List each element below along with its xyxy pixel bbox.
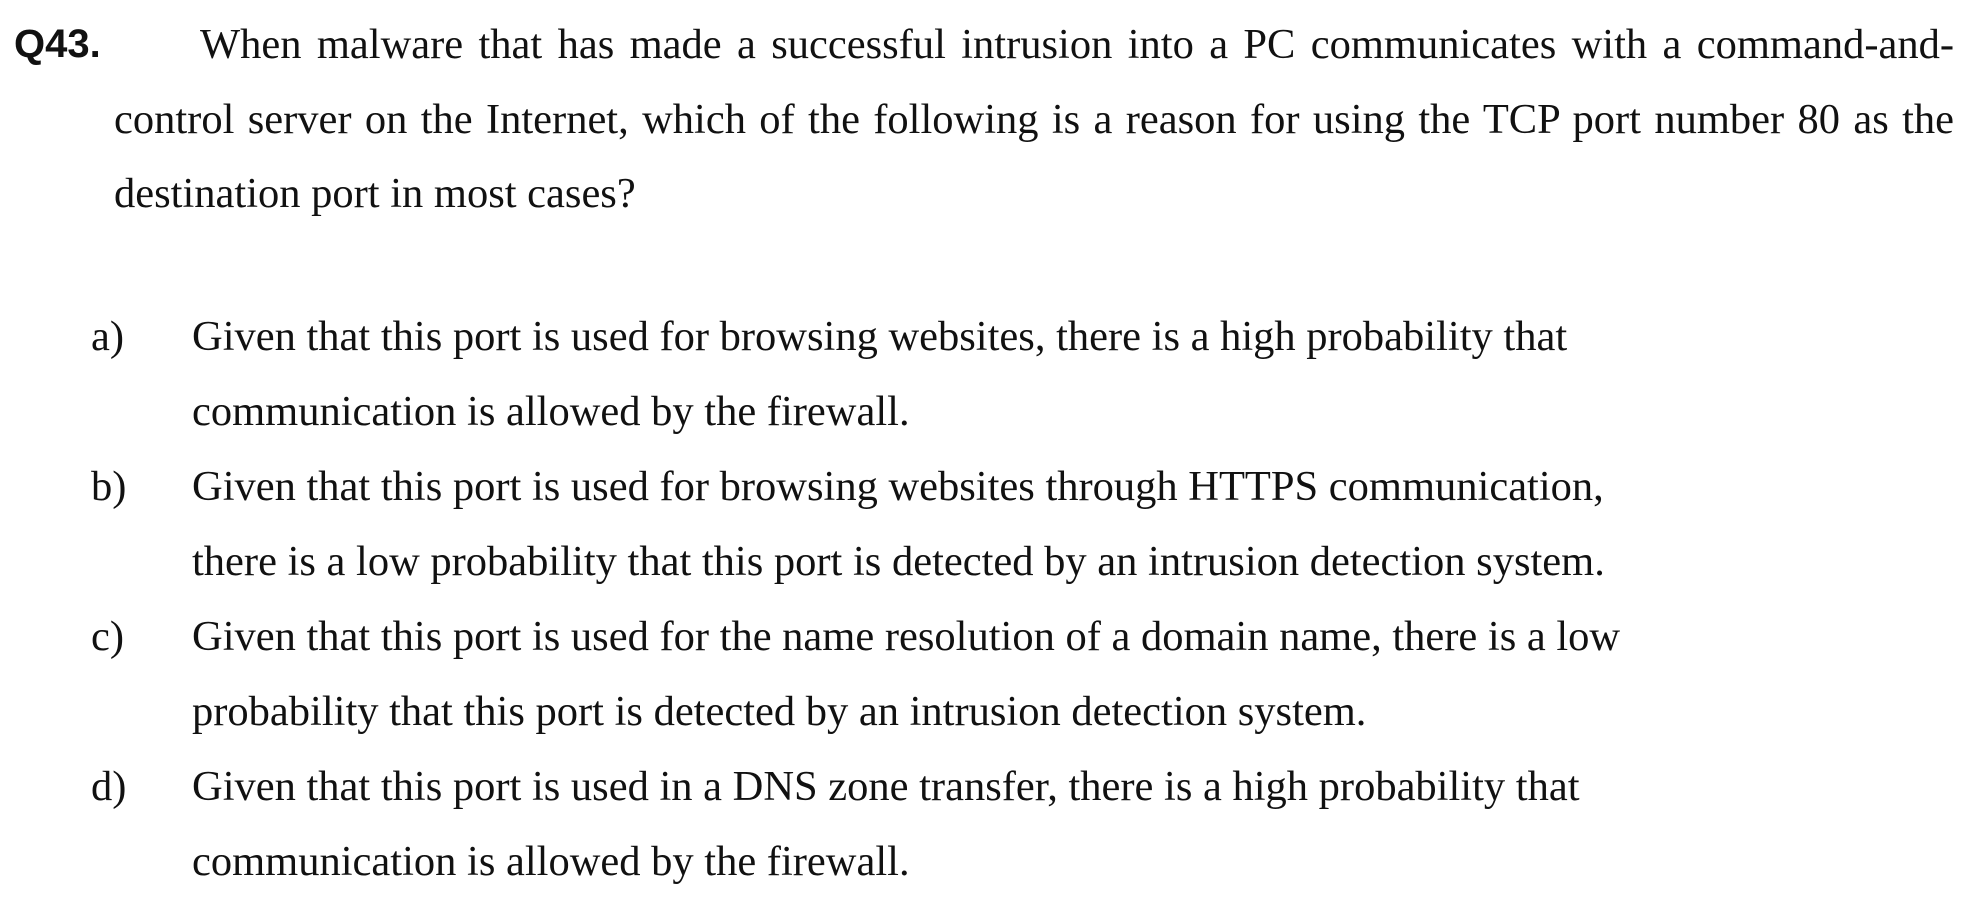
option-letter: d) [91,763,127,810]
option-text: Given that this port is used in a DNS zo… [192,750,1966,899]
question-number: Q43. [14,22,101,66]
question-block: Q43. When malware that has made a succes… [14,8,1958,228]
option-line: Given that this port is used for browsin… [192,313,1568,360]
option-letter: c) [91,613,125,660]
answer-options: a) Given that this port is used for brow… [91,300,1951,900]
option-line: probability that this port is detected b… [192,687,1367,735]
option-b: b) Given that this port is used for brow… [91,450,1951,600]
option-line: Given that this port is used in a DNS zo… [192,763,1580,810]
option-letter: b) [91,463,127,510]
option-line: communication is allowed by the firewall… [192,387,910,435]
option-text: Given that this port is used for browsin… [192,300,1966,449]
option-a: a) Given that this port is used for brow… [91,300,1951,450]
question-text: When malware that has made a successful … [114,21,1954,217]
option-text: Given that this port is used for browsin… [192,450,1966,599]
option-d: d) Given that this port is used in a DNS… [91,750,1951,900]
option-text: Given that this port is used for the nam… [192,600,1966,749]
option-letter: a) [91,313,125,360]
option-line: Given that this port is used for the nam… [192,613,1621,660]
option-c: c) Given that this port is used for the … [91,600,1951,750]
option-line: there is a low probability that this por… [192,537,1605,585]
option-line: communication is allowed by the firewall… [192,837,910,885]
question-page: Q43. When malware that has made a succes… [0,0,1966,904]
option-line: Given that this port is used for browsin… [192,463,1604,510]
